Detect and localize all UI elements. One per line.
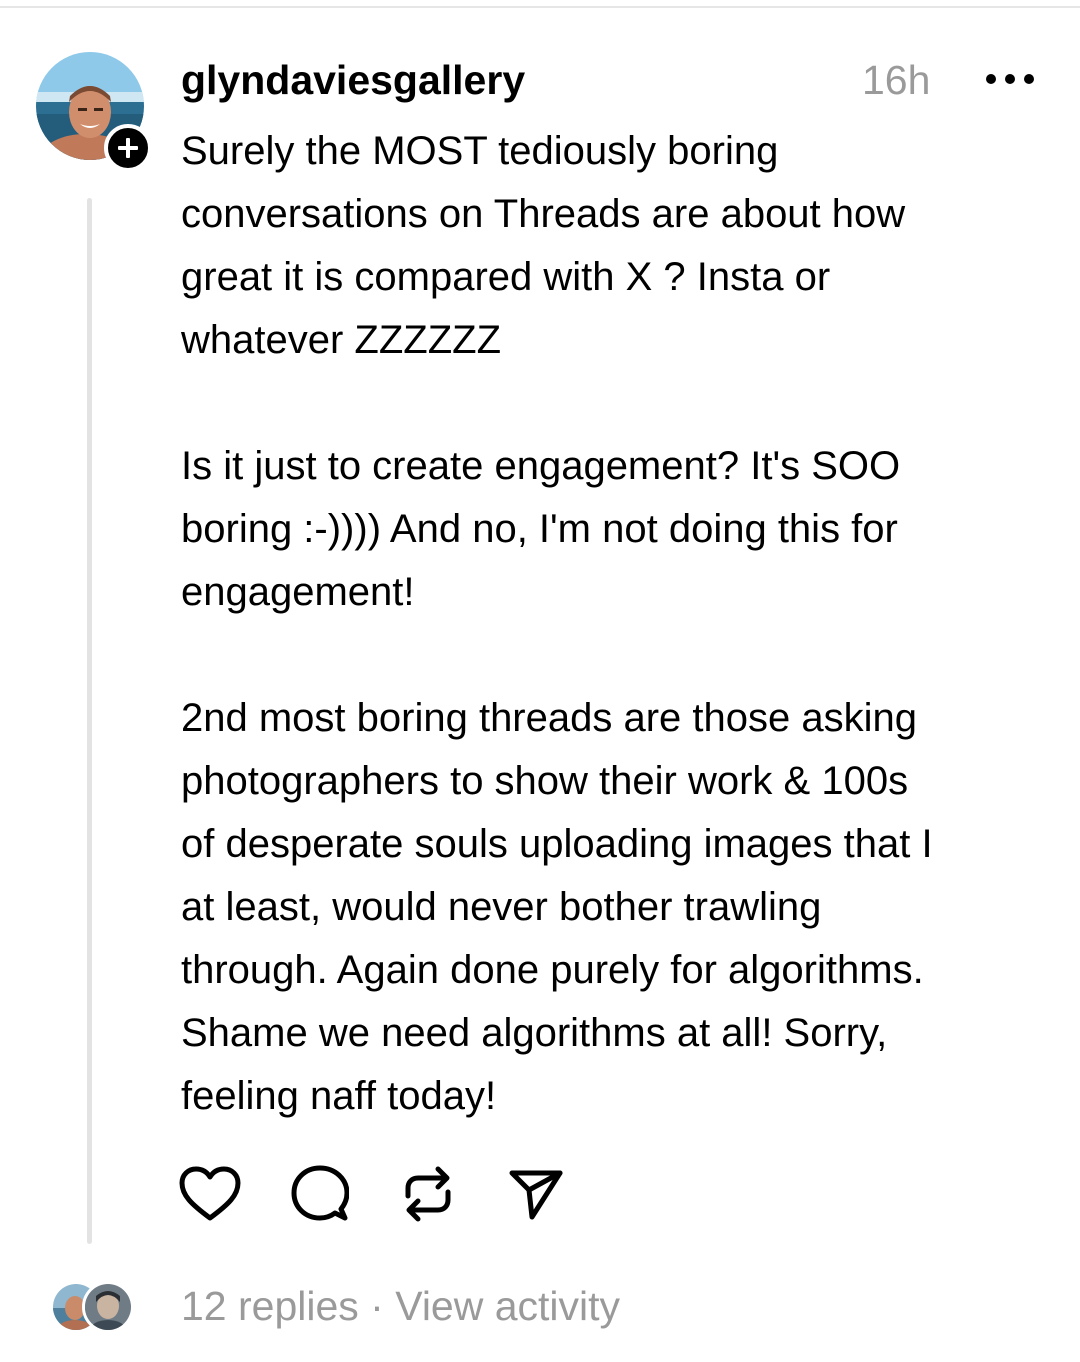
post-text-line: conversations on Threads are about how — [181, 192, 906, 236]
post-text-line: of desperate souls uploading images that… — [181, 822, 933, 866]
separator-dot: · — [358, 1283, 396, 1329]
comment-button[interactable] — [288, 1162, 352, 1226]
more-horizontal-icon — [986, 74, 1034, 84]
post-text-line: photographers to show their work & 100s — [181, 759, 909, 803]
reply-avatars — [50, 1281, 134, 1333]
post-text-line: at least, would never bother trawling — [181, 885, 822, 929]
comment-icon — [291, 1165, 349, 1221]
reply-avatar — [82, 1281, 134, 1333]
post-text-line: whatever ZZZZZZ — [181, 318, 502, 362]
heart-icon — [179, 1166, 241, 1221]
thread-connector-line — [87, 198, 92, 1244]
more-options-button[interactable] — [984, 62, 1036, 96]
footer-meta: 12 replies · View activity — [181, 1278, 620, 1334]
view-activity-link[interactable]: View activity — [395, 1283, 620, 1329]
post-text-line: feeling naff today! — [181, 1074, 497, 1118]
repost-button[interactable] — [396, 1162, 460, 1226]
send-icon — [509, 1170, 563, 1220]
post-text-line: 2nd most boring threads are those asking — [181, 696, 917, 740]
profile-photo — [85, 1284, 131, 1330]
post-body: Surely the MOST tediously boring convers… — [181, 120, 1061, 1128]
post-text-line: through. Again done purely for algorithm… — [181, 948, 924, 992]
plus-icon — [118, 138, 138, 158]
post-text-line: Is it just to create engagement? It's SO… — [181, 444, 901, 488]
like-button[interactable] — [178, 1162, 242, 1226]
replies-count-link[interactable]: 12 replies — [181, 1283, 359, 1329]
post-timestamp: 16h — [862, 57, 931, 103]
share-button[interactable] — [504, 1162, 568, 1226]
post-text-line: Surely the MOST tediously boring — [181, 129, 779, 173]
post-text-line: engagement! — [181, 570, 415, 614]
post-text-line: great it is compared with X ? Insta or — [181, 255, 831, 299]
post-text-line: Shame we need algorithms at all! Sorry, — [181, 1011, 888, 1055]
action-bar — [178, 1162, 598, 1226]
repost-icon — [405, 1166, 451, 1222]
top-divider — [0, 6, 1080, 8]
follow-button[interactable] — [104, 124, 152, 172]
post-text-line: boring :-)))) And no, I'm not doing this… — [181, 507, 898, 551]
username-link[interactable]: glyndaviesgallery — [181, 52, 525, 108]
